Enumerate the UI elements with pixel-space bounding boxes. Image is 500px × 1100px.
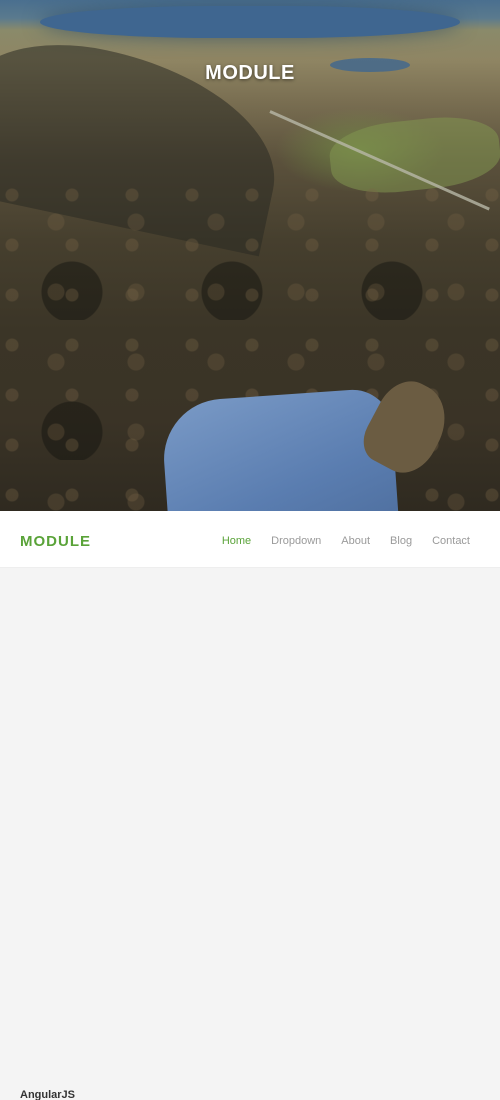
nav-item-contact[interactable]: Contact [432, 535, 470, 547]
nav-item-dropdown[interactable]: Dropdown [271, 535, 321, 547]
nav-item-home[interactable]: Home [222, 535, 251, 547]
navbar: MODULE Home Dropdown About Blog Contact [0, 511, 500, 568]
section-label: AngularJS [20, 1089, 76, 1100]
hero-title: MODULE [205, 62, 295, 84]
nav-item-about[interactable]: About [341, 535, 370, 547]
main-content: AngularJS [0, 568, 500, 1100]
hero-lake [40, 6, 460, 38]
brand-logo[interactable]: MODULE [20, 533, 91, 550]
main-nav: Home Dropdown About Blog Contact [222, 535, 470, 547]
nav-item-blog[interactable]: Blog [390, 535, 412, 547]
hero-banner: MODULE [0, 0, 500, 511]
